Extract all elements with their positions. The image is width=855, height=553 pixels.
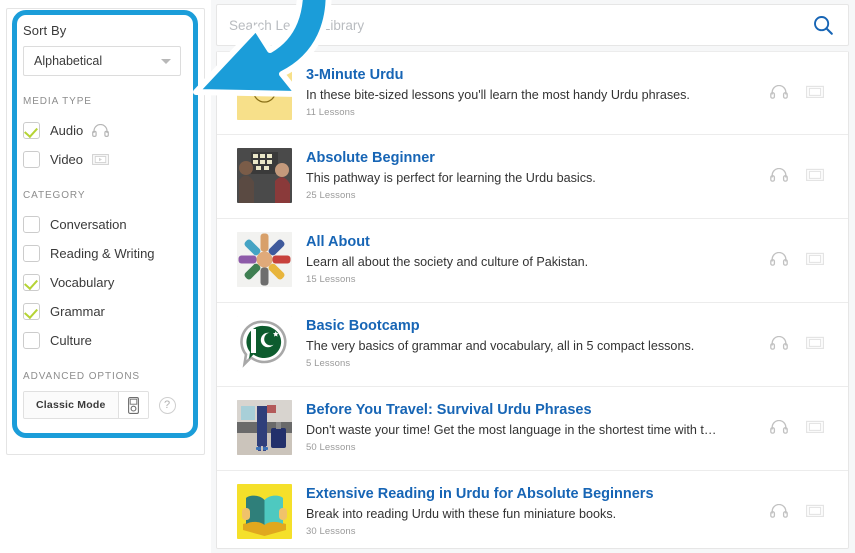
headphones-icon[interactable] [770,336,788,350]
thumbnail-photo-two-people-sticky-notes [237,148,292,203]
video-film-icon[interactable] [806,504,824,518]
sort-by-select[interactable]: Alphabetical [23,46,181,76]
list-item[interactable]: Basic Bootcamp The very basics of gramma… [217,303,848,387]
list-item-icons [770,65,834,99]
lesson-description: Don't waste your time! Get the most lang… [306,423,717,437]
list-item[interactable]: Absolute Beginner This pathway is perfec… [217,135,848,219]
filter-checkbox-audio[interactable]: Audio [23,116,188,145]
headphones-icon[interactable] [770,420,788,434]
sort-by-label: Sort By [23,23,67,38]
chevron-down-icon [161,59,171,64]
media-type-heading: MEDIA TYPE [23,96,92,107]
search-input[interactable]: Search Lesson Library [229,18,810,33]
filter-checkbox-culture[interactable]: Culture [23,326,188,355]
filter-checkbox-grammar[interactable]: Grammar [23,297,188,326]
checkbox-label-video: Video [50,152,84,167]
list-item-body: Before You Travel: Survival Urdu Phrases… [292,400,770,453]
checkbox-audio[interactable] [23,122,40,139]
list-item[interactable]: All About Learn all about the society an… [217,219,848,303]
help-icon[interactable]: ? [158,396,176,414]
classic-mode-label[interactable]: Classic Mode [24,392,118,418]
video-film-icon[interactable] [806,252,824,266]
lesson-title[interactable]: Basic Bootcamp [306,317,770,335]
checkbox-label-vocabulary: Vocabulary [50,275,115,290]
checkbox-label-audio: Audio [50,123,84,138]
list-item[interactable]: Extensive Reading in Urdu for Absolute B… [217,471,848,548]
advanced-options-heading: ADVANCED OPTIONS [23,371,141,382]
filter-checkbox-vocabulary[interactable]: Vocabulary [23,268,188,297]
lesson-count: 5 Lessons [306,358,351,369]
search-icon[interactable] [810,12,836,38]
thumbnail-speech-bubble-pakistan-flag [237,316,292,371]
video-film-icon[interactable] [806,420,824,434]
thumbnail-yellow-open-book [237,484,292,539]
lesson-list: 1 3-Minute Urdu In these bite-sized less… [216,51,849,549]
headphones-icon[interactable] [770,168,788,182]
list-item-icons [770,484,834,518]
video-film-icon [92,153,109,166]
lesson-library-main: Search Lesson Library 1 3-Minute Urdu In… [211,0,855,553]
filter-checkbox-conversation[interactable]: Conversation [23,210,188,239]
lesson-title[interactable]: All About [306,233,770,251]
filter-sidebar: Sort By Alphabetical MEDIA TYPE Audio Vi… [0,0,211,553]
lesson-count: 50 Lessons [306,442,356,453]
checkbox-vocabulary[interactable] [23,274,40,291]
headphones-icon[interactable] [770,504,788,518]
checkbox-label-culture: Culture [50,333,92,348]
thumbnail-photo-traveler-suitcase [237,400,292,455]
advanced-options-row: Classic Mode ? [23,391,188,419]
thumbnail-photo-hands-circle [237,232,292,287]
lesson-count: 15 Lessons [306,274,356,285]
list-item-icons [770,232,834,266]
list-item[interactable]: 1 3-Minute Urdu In these bite-sized less… [217,51,848,135]
filter-checkbox-reading-writing[interactable]: Reading & Writing [23,239,188,268]
category-heading: CATEGORY [23,190,86,201]
checkbox-grammar[interactable] [23,303,40,320]
filter-checkbox-video[interactable]: Video [23,145,188,174]
checkbox-video[interactable] [23,151,40,168]
list-item-icons [770,148,834,182]
lesson-description: Break into reading Urdu with these fun m… [306,507,617,521]
thumbnail-yellow-numbered-one: 1 [237,65,292,120]
lesson-count: 30 Lessons [306,526,356,537]
list-item-icons [770,316,834,350]
svg-text:1: 1 [261,84,269,100]
search-bar[interactable]: Search Lesson Library [216,4,849,46]
lesson-title[interactable]: 3-Minute Urdu [306,66,770,84]
lesson-description: This pathway is perfect for learning the… [306,171,596,185]
list-item-body: Absolute Beginner This pathway is perfec… [292,148,770,201]
ipod-device-icon[interactable] [117,392,148,418]
filter-panel: Sort By Alphabetical MEDIA TYPE Audio Vi… [6,8,205,455]
classic-mode-toggle[interactable]: Classic Mode [23,391,149,419]
checkbox-label-reading-writing: Reading & Writing [50,246,155,261]
checkbox-culture[interactable] [23,332,40,349]
list-item-body: Basic Bootcamp The very basics of gramma… [292,316,770,369]
headphones-icon[interactable] [770,252,788,266]
lesson-count: 25 Lessons [306,190,356,201]
checkbox-conversation[interactable] [23,216,40,233]
list-item-body: All About Learn all about the society an… [292,232,770,285]
lesson-title[interactable]: Extensive Reading in Urdu for Absolute B… [306,485,770,503]
lesson-description: The very basics of grammar and vocabular… [306,339,695,353]
list-item-body: Extensive Reading in Urdu for Absolute B… [292,484,770,537]
lesson-count: 11 Lessons [306,107,355,118]
lesson-title[interactable]: Before You Travel: Survival Urdu Phrases [306,401,770,419]
lesson-description: In these bite-sized lessons you'll learn… [306,88,690,102]
video-film-icon[interactable] [806,168,824,182]
lesson-library-page: Sort By Alphabetical MEDIA TYPE Audio Vi… [0,0,855,553]
list-item-icons [770,400,834,434]
headphones-icon[interactable] [770,85,788,99]
checkbox-label-grammar: Grammar [50,304,105,319]
sort-by-value: Alphabetical [34,54,103,68]
video-film-icon[interactable] [806,85,824,99]
headphones-icon [92,124,110,137]
checkbox-reading-writing[interactable] [23,245,40,262]
video-film-icon[interactable] [806,336,824,350]
checkbox-label-conversation: Conversation [50,217,127,232]
list-item[interactable]: Before You Travel: Survival Urdu Phrases… [217,387,848,471]
lesson-title[interactable]: Absolute Beginner [306,149,770,167]
lesson-description: Learn all about the society and culture … [306,255,589,269]
list-item-body: 3-Minute Urdu In these bite-sized lesson… [292,65,770,118]
